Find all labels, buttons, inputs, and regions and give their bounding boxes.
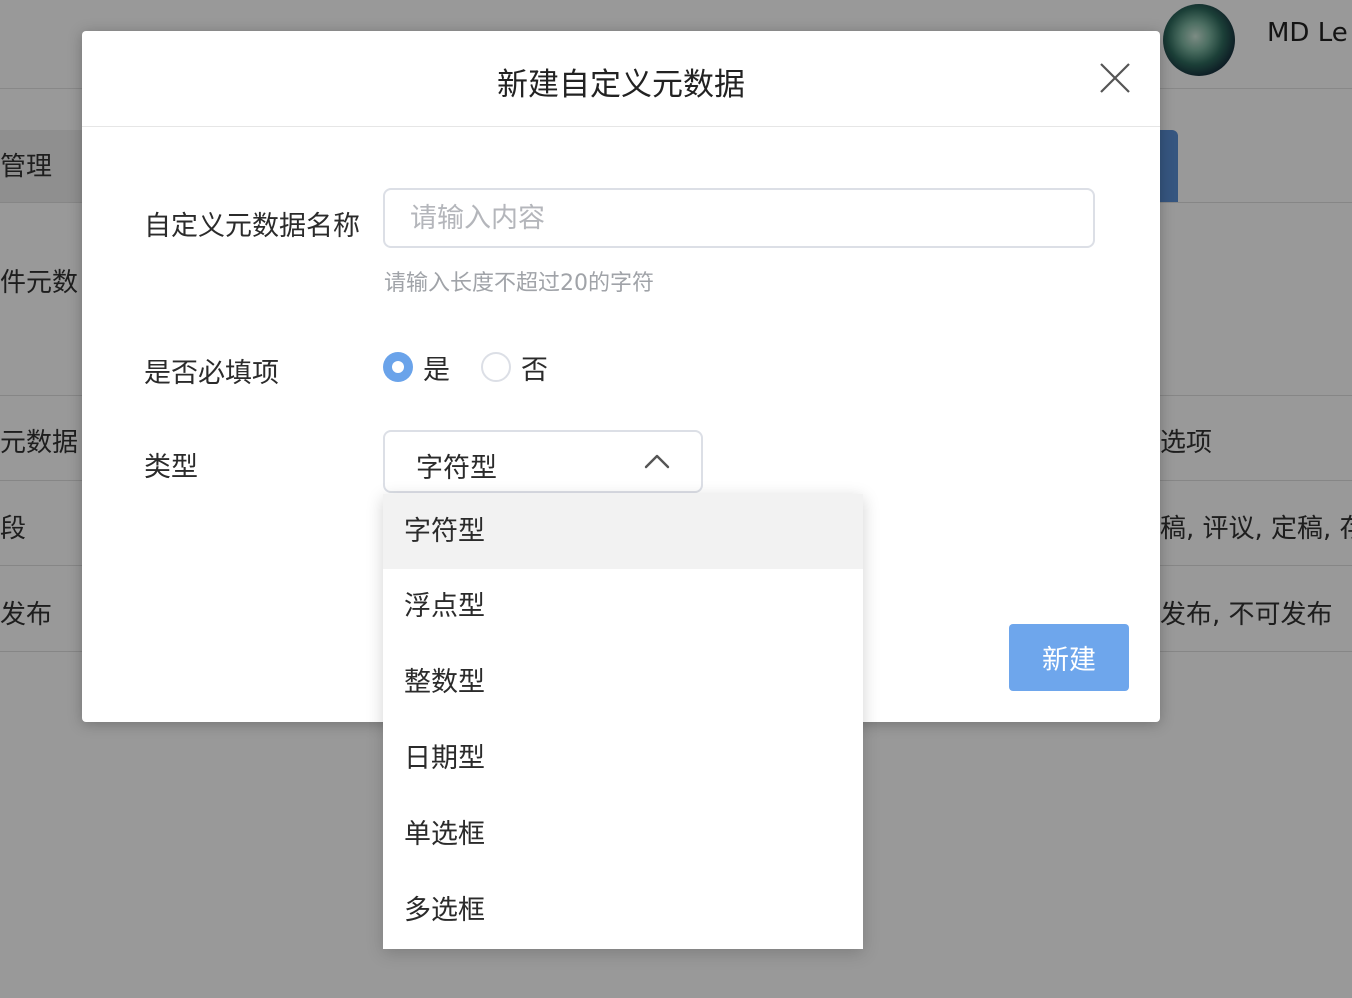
dropdown-option-string[interactable]: 字符型 bbox=[383, 494, 863, 569]
radio-label-no: 否 bbox=[521, 354, 548, 386]
radio-unchecked-icon bbox=[481, 352, 511, 382]
type-label: 类型 bbox=[144, 452, 198, 483]
type-select-value: 字符型 bbox=[416, 453, 497, 484]
create-button[interactable]: 新建 bbox=[1009, 624, 1129, 691]
required-no-radio[interactable]: 否 bbox=[481, 350, 548, 386]
dropdown-option-single-select[interactable]: 单选框 bbox=[383, 797, 863, 872]
radio-label-yes: 是 bbox=[423, 354, 450, 386]
name-hint: 请输入长度不超过20的字符 bbox=[384, 271, 654, 296]
dialog-header: 新建自定义元数据 bbox=[82, 31, 1160, 127]
type-dropdown-menu: 字符型 浮点型 整数型 日期型 单选框 多选框 bbox=[383, 494, 863, 949]
dialog-title: 新建自定义元数据 bbox=[497, 67, 745, 103]
name-label: 自定义元数据名称 bbox=[144, 211, 360, 242]
dropdown-option-date[interactable]: 日期型 bbox=[383, 721, 863, 796]
dropdown-option-integer[interactable]: 整数型 bbox=[383, 645, 863, 720]
metadata-name-input[interactable] bbox=[383, 188, 1095, 248]
type-select[interactable]: 字符型 bbox=[383, 430, 703, 493]
dropdown-option-multi-select[interactable]: 多选框 bbox=[383, 873, 863, 948]
radio-checked-icon bbox=[383, 352, 413, 382]
close-icon-glyph bbox=[1100, 63, 1130, 93]
dropdown-option-float[interactable]: 浮点型 bbox=[383, 569, 863, 644]
required-label: 是否必填项 bbox=[144, 358, 279, 389]
chevron-up-icon bbox=[644, 452, 670, 470]
close-icon[interactable] bbox=[1098, 61, 1132, 95]
required-yes-radio[interactable]: 是 bbox=[383, 350, 450, 386]
